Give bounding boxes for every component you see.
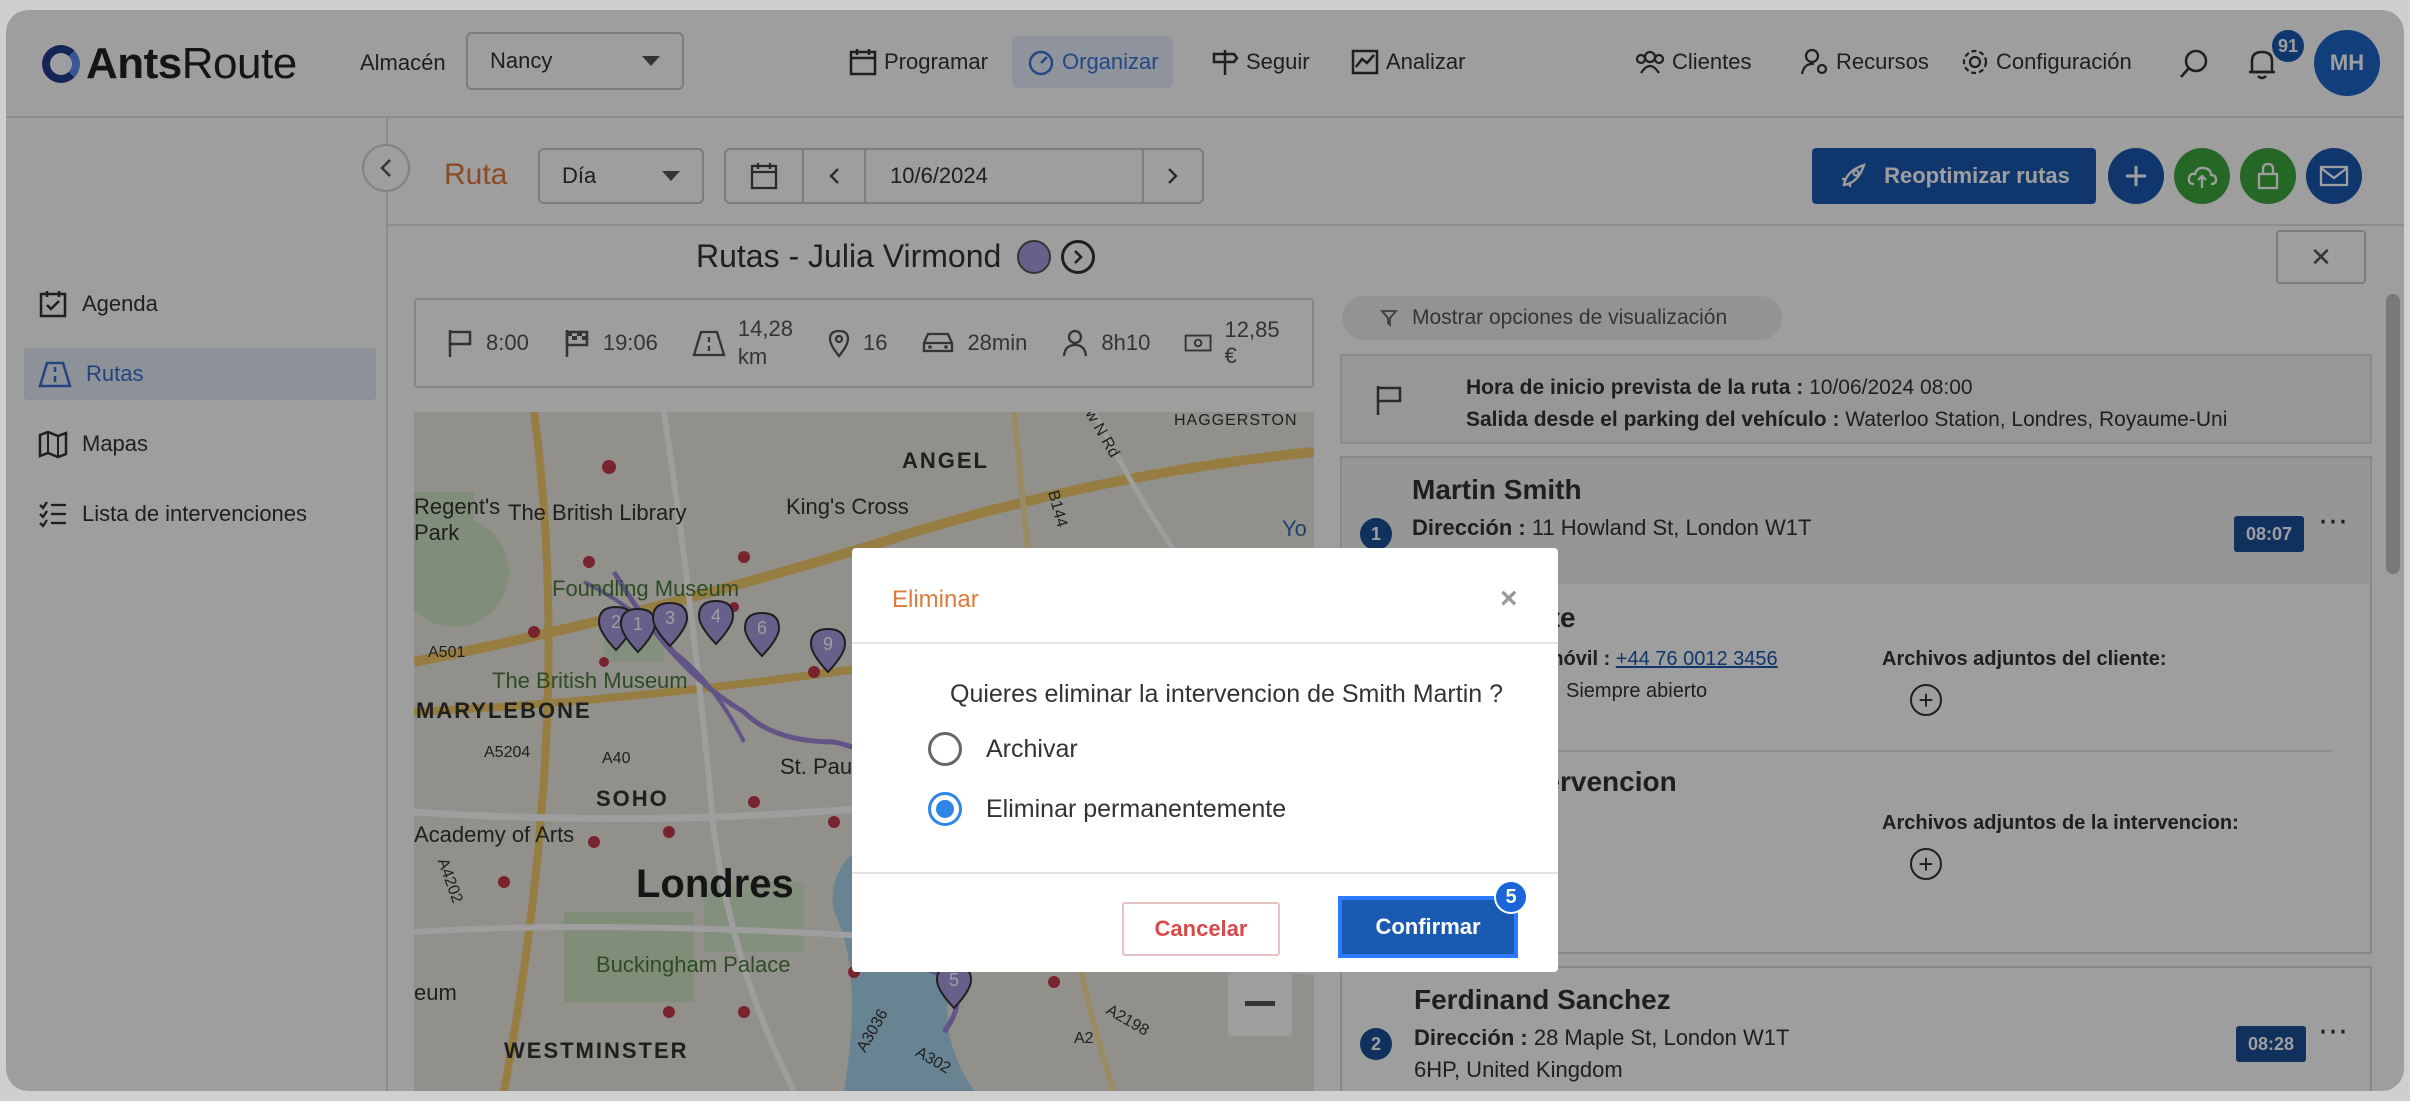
step-badge: 5 [1494,880,1528,914]
confirm-button[interactable]: Confirmar [1338,896,1518,958]
radio-delete-permanently[interactable] [928,792,962,826]
close-icon[interactable]: × [1500,582,1518,616]
option-delete-permanently[interactable]: Eliminar permanentemente [928,792,1286,826]
cancel-button[interactable]: Cancelar [1122,902,1280,956]
option-archive[interactable]: Archivar [928,732,1078,766]
divider [852,642,1558,644]
delete-dialog: Eliminar × Quieres eliminar la intervenc… [852,548,1558,972]
dialog-question: Quieres eliminar la intervencion de Smit… [950,680,1504,708]
divider [852,872,1558,874]
radio-archive[interactable] [928,732,962,766]
app-window: AntsRoute Almacén Nancy Programar Organi… [6,10,2404,1091]
dialog-title: Eliminar [892,586,979,613]
